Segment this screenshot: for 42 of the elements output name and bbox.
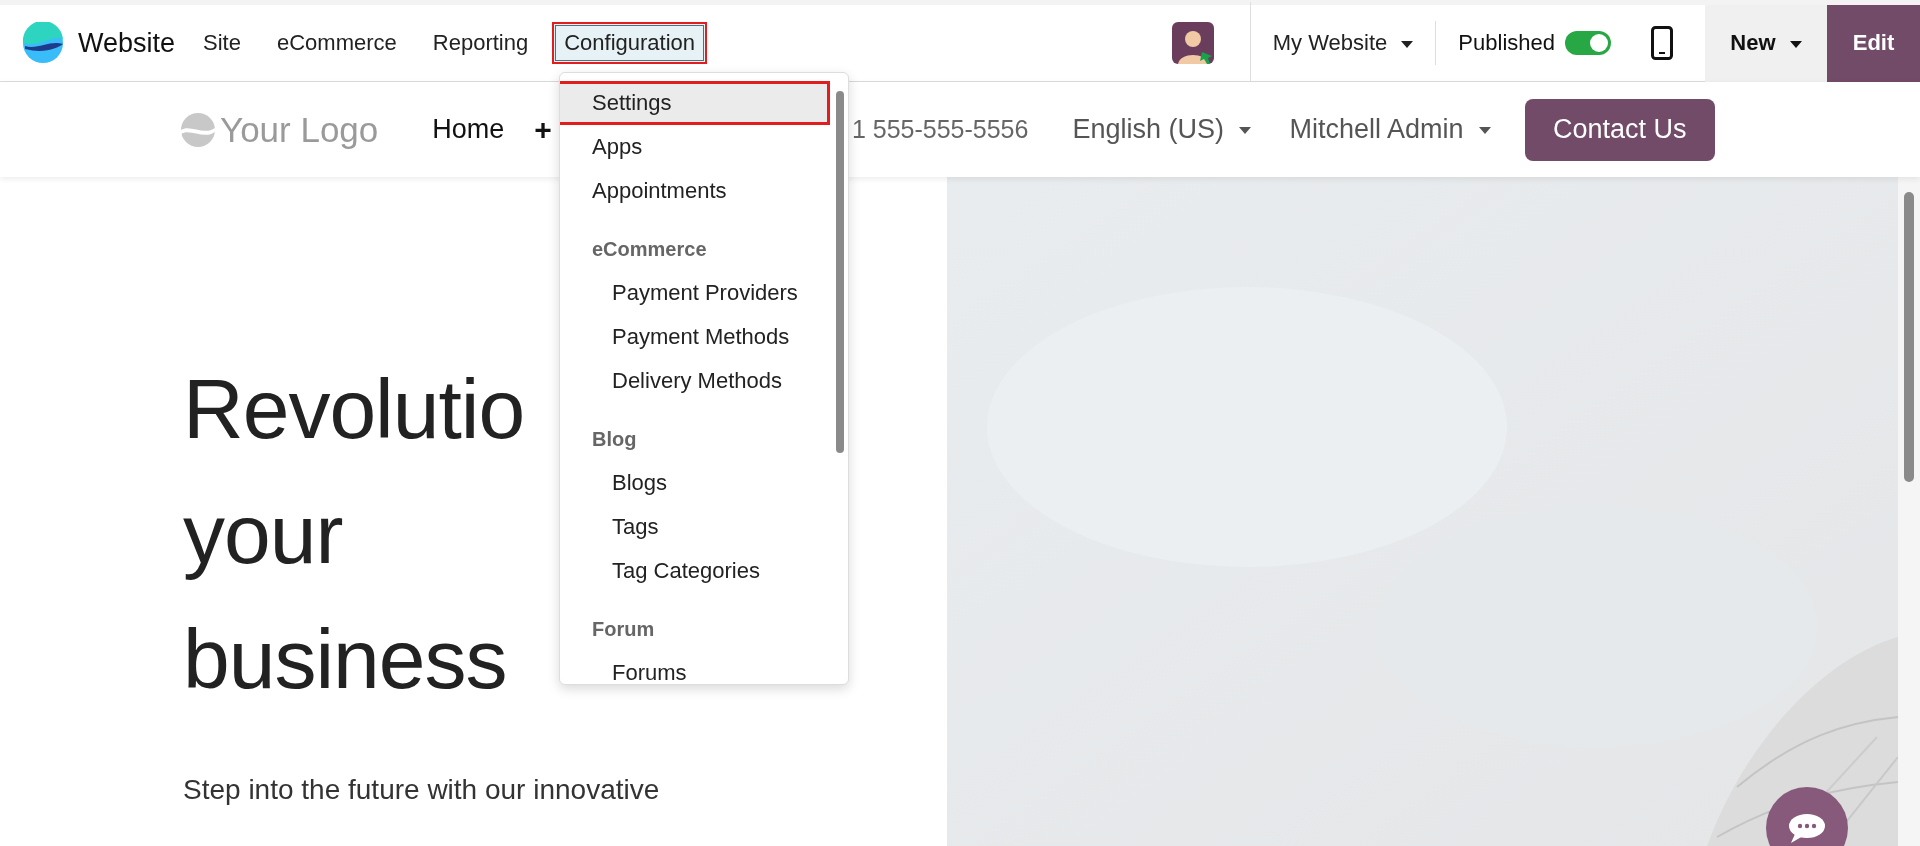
chat-icon bbox=[1787, 812, 1827, 844]
scrollbar[interactable] bbox=[1898, 177, 1920, 846]
menu-item[interactable]: Tag Categories bbox=[560, 549, 830, 593]
menu-item[interactable]: Apps bbox=[560, 125, 830, 169]
menu-tab[interactable]: Site bbox=[191, 22, 253, 64]
add-page-link[interactable]: + bbox=[534, 112, 552, 147]
menu-tab[interactable]: Configuration bbox=[552, 22, 708, 64]
caret-icon bbox=[1479, 127, 1492, 135]
phone-number[interactable]: 1 555-555-5556 bbox=[851, 115, 1029, 144]
menu-section-heading: Forum bbox=[591, 617, 656, 642]
menu-tab[interactable]: eCommerce bbox=[264, 22, 409, 64]
menu-item[interactable]: Tags bbox=[560, 505, 830, 549]
website-dropdown[interactable]: My Website bbox=[1250, 30, 1436, 56]
menu-item[interactable]: Delivery Methods bbox=[560, 359, 830, 403]
menu-section-heading: Blog bbox=[591, 427, 638, 452]
menu-section-heading: eCommerce bbox=[591, 237, 708, 262]
published-toggle[interactable] bbox=[1565, 31, 1611, 55]
menu-item[interactable]: Appointments bbox=[560, 169, 830, 213]
menu-item[interactable]: Payment Providers bbox=[560, 271, 830, 315]
edit-button[interactable]: Edit bbox=[1827, 4, 1920, 82]
app-logo-icon[interactable] bbox=[22, 22, 64, 64]
published-label: Published bbox=[1458, 30, 1555, 56]
caret-icon bbox=[1401, 40, 1414, 48]
logo-icon bbox=[180, 111, 216, 148]
caret-icon bbox=[1239, 127, 1252, 135]
new-button[interactable]: New bbox=[1705, 4, 1827, 82]
menu-item[interactable]: Settings bbox=[560, 81, 830, 125]
menu-tab[interactable]: Reporting bbox=[420, 22, 541, 64]
language-dropdown[interactable]: English (US) bbox=[1068, 114, 1256, 145]
caret-icon bbox=[1789, 40, 1802, 48]
nav-link[interactable]: Home bbox=[432, 114, 505, 145]
mobile-preview-icon[interactable] bbox=[1651, 26, 1673, 60]
hero-title: Revolutio your business bbox=[183, 361, 525, 708]
logo-text: Your Logo bbox=[220, 109, 379, 150]
menu-item[interactable]: Blogs bbox=[560, 461, 830, 505]
app-name: Website bbox=[78, 27, 176, 59]
menu-item[interactable]: Payment Methods bbox=[560, 315, 830, 359]
avatar-icon[interactable] bbox=[1171, 22, 1214, 64]
hero-text: Step into the future with our innovative bbox=[183, 774, 660, 806]
contact-us-button[interactable]: Contact Us bbox=[1525, 98, 1715, 161]
menu-item[interactable]: Forums bbox=[560, 651, 830, 684]
user-dropdown[interactable]: Mitchell Admin bbox=[1285, 114, 1496, 145]
